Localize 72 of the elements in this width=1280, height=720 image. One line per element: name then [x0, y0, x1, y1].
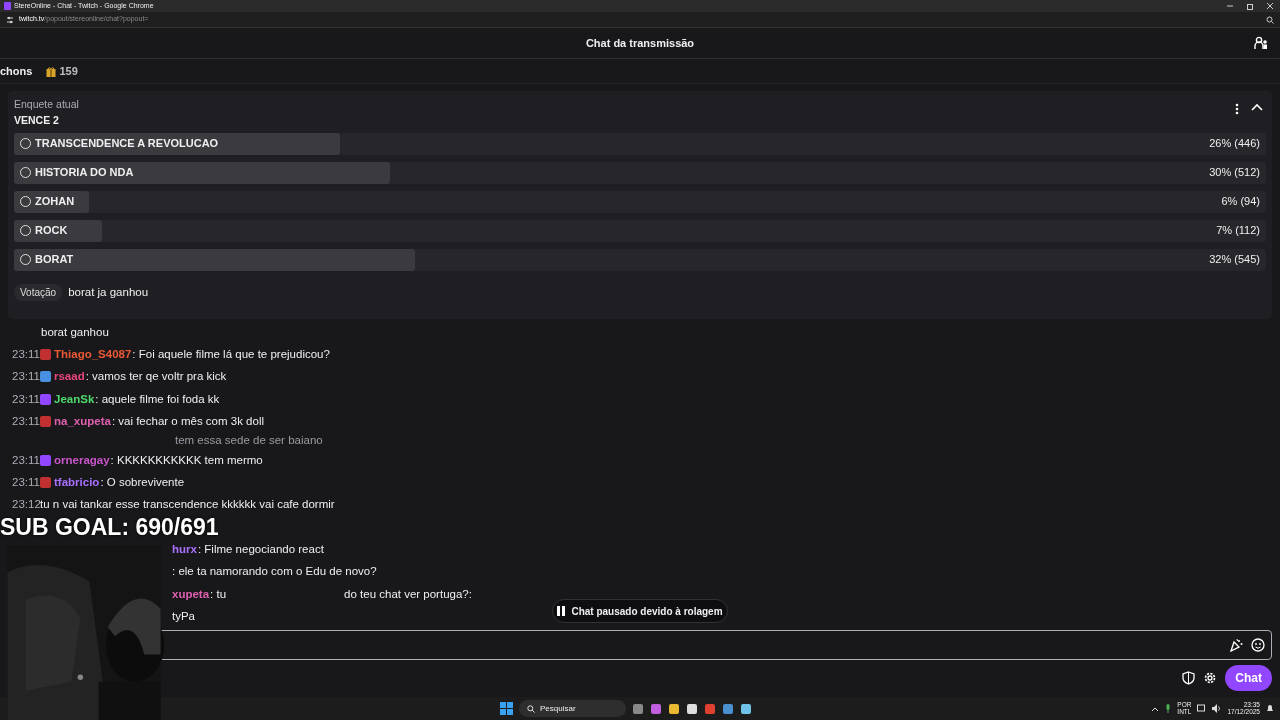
message-text: : ele ta namorando com o Edu de novo? — [172, 564, 377, 580]
chat-title: Chat da transmissão — [585, 35, 695, 51]
badge-icon — [40, 393, 51, 405]
community-icon[interactable] — [1254, 36, 1268, 50]
message-time: 23:11 — [12, 414, 40, 430]
minimize-icon[interactable] — [1226, 2, 1234, 10]
message-text: : tu — [210, 586, 227, 602]
gift-count: 159 — [59, 63, 78, 79]
badge-icon — [40, 454, 51, 466]
taskbar-search[interactable]: Pesquisar — [519, 700, 626, 717]
message-text: : O sobrevivente — [100, 474, 185, 490]
microphone-icon[interactable] — [1165, 704, 1172, 713]
message-text: tyPa — [172, 609, 195, 625]
channel-name: chons — [0, 63, 33, 79]
message-text: : aquele filme foi foda kk — [95, 391, 220, 407]
message-time: 23:11 — [12, 474, 40, 490]
message-text: : vamos ter qe voltr pra kick — [85, 369, 227, 385]
vote-label: Votação — [14, 284, 63, 302]
pause-notice[interactable]: Chat pausado devido à rolagem — [552, 599, 728, 623]
username[interactable]: tfabricio — [54, 473, 100, 492]
poll-option[interactable]: BORAT 32% (545) — [14, 248, 1266, 271]
start-icon[interactable] — [500, 702, 513, 715]
username[interactable]: JeanSk — [54, 390, 95, 408]
message-text: : Filme negociando react — [197, 542, 324, 558]
username[interactable]: Thiago_S4087 — [54, 345, 132, 364]
pause-icon — [557, 606, 566, 616]
search-icon — [527, 704, 535, 713]
username[interactable]: xupeta — [172, 585, 210, 604]
notification-icon[interactable] — [1266, 704, 1274, 713]
sub-goal-text: SUB GOAL: 690/691 — [0, 513, 219, 543]
settings-icon[interactable] — [1203, 671, 1218, 685]
message-time: 23:11 — [12, 391, 40, 407]
chevron-up-icon[interactable] — [1151, 705, 1160, 712]
poll-label: Enquete atual — [14, 97, 79, 112]
reply-context: tem essa sede de ser baiano — [175, 433, 323, 449]
restore-icon[interactable] — [1246, 2, 1254, 10]
badge-icon — [40, 349, 51, 361]
gift-icon — [46, 65, 57, 77]
badge-icon — [40, 371, 51, 383]
username[interactable]: na_xupeta — [54, 413, 111, 431]
close-icon[interactable] — [1266, 2, 1274, 10]
poll-option[interactable]: ROCK 7% (112) — [14, 219, 1266, 242]
poll-option[interactable]: HISTORIA DO NDA 30% (512) — [14, 161, 1266, 184]
message-text: do teu chat ver portuga?: — [344, 586, 472, 602]
collapse-icon[interactable] — [1251, 103, 1263, 111]
username[interactable]: orneragay — [54, 451, 110, 469]
emoji-icon[interactable] — [1251, 638, 1265, 652]
zoom-icon[interactable] — [1266, 15, 1274, 24]
message-time: 23:11 — [12, 452, 40, 468]
poll-title: VENCE 2 — [14, 112, 60, 128]
message-text: : vai fechar o mês com 3k doll — [111, 414, 264, 430]
overlay-message: borat ja ganhou — [68, 285, 149, 300]
poll-option[interactable]: ZOHAN 6% (94) — [14, 190, 1266, 213]
message-time: 23:12 — [12, 497, 40, 513]
badge-icon — [40, 416, 51, 428]
folder-icon[interactable] — [668, 702, 680, 715]
more-options-icon[interactable] — [1235, 103, 1239, 115]
site-settings-icon[interactable] — [6, 15, 14, 24]
volume-icon[interactable] — [1212, 704, 1222, 713]
message-time: 23:11 — [12, 346, 40, 362]
username[interactable]: rsaad — [54, 368, 85, 386]
shield-icon[interactable] — [1182, 671, 1196, 685]
overlay-message: borat ganhou — [41, 324, 109, 340]
message-text: : KKKKKKKKKKK tem mermo — [110, 452, 263, 468]
party-icon[interactable] — [1229, 638, 1243, 652]
message-text: tu n vai tankar esse transcendence kkkkkk vai cafe dormir — [40, 497, 335, 513]
chat-button[interactable]: Chat — [1225, 665, 1272, 691]
poll-option[interactable]: TRANSCENDENCE A REVOLUCAO 26% (446) — [14, 132, 1266, 155]
badge-icon — [40, 477, 51, 489]
message-text: : Foi aquele filme lá que te prejudicou? — [132, 346, 330, 362]
username[interactable]: hurx — [172, 541, 197, 559]
message-time: 23:11 — [12, 369, 40, 385]
